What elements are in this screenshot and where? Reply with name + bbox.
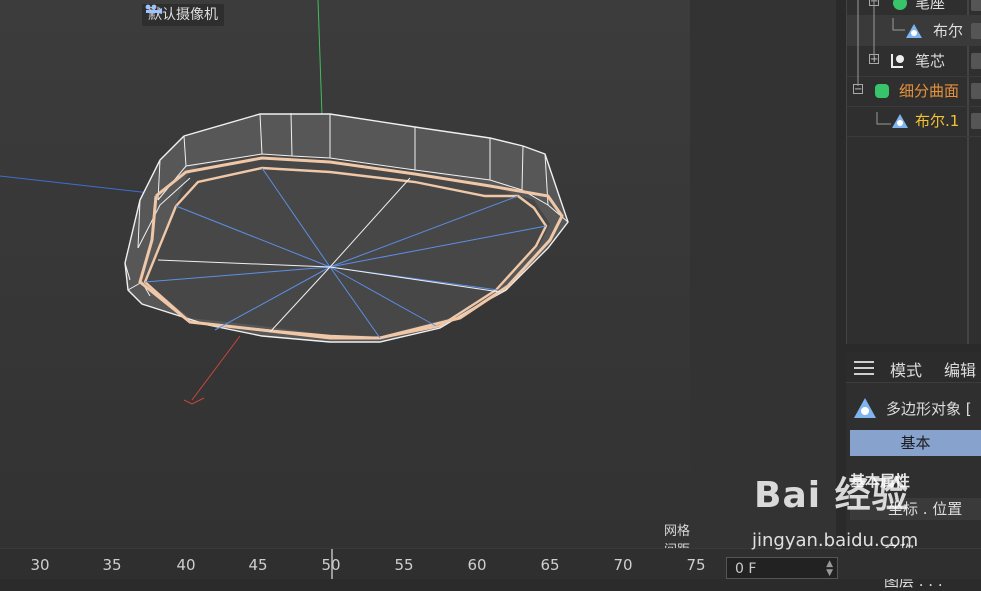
timeline-tick: 65: [540, 556, 560, 574]
grid-spacing-readout: 网格间距 : 100 cm: [664, 524, 690, 548]
tab-basic[interactable]: 基本: [850, 430, 981, 456]
timeline-ruler[interactable]: 30 35 40 45 50 55 60 65 70 75 0 F ▲ ▼: [0, 548, 981, 579]
timeline-tick: 50: [321, 556, 341, 574]
timeline-tick: 30: [30, 556, 50, 574]
menu-icon[interactable]: [854, 361, 874, 375]
object-manager[interactable]: − 笔座 布尔 + 笔芯 − 细分曲面 布尔.1: [846, 0, 981, 344]
object-type-label: 多边形对象 [: [886, 400, 972, 418]
menu-mode[interactable]: 模式: [890, 357, 922, 381]
object-type-row: 多边形对象 [: [846, 392, 981, 422]
timeline-tick: 40: [176, 556, 196, 574]
tree-connector-lines: [857, 0, 905, 125]
x-axis-arrow: [183, 397, 205, 405]
current-frame-value: 0 F: [735, 561, 757, 577]
timeline-tick: 45: [248, 556, 268, 574]
coordinates-label: 坐标 . 位置: [888, 500, 963, 518]
z-axis: [0, 175, 151, 194]
y-axis: [317, 0, 323, 117]
camera-label[interactable]: 默认摄像机: [142, 4, 224, 26]
current-frame-input[interactable]: 0 F ▲ ▼: [726, 557, 838, 579]
timeline-tick: 55: [394, 556, 414, 574]
timeline-tick: 75: [686, 556, 706, 574]
section-basic-properties: 基本属性: [850, 472, 911, 490]
timeline-tick: 70: [613, 556, 633, 574]
menu-edit[interactable]: 编辑: [944, 357, 976, 381]
coordinates-row[interactable]: 坐标 . 位置: [850, 498, 981, 520]
timeline-tick: 60: [467, 556, 487, 574]
x-axis: [191, 335, 241, 401]
stepper-arrows-icon[interactable]: ▲ ▼: [826, 560, 833, 578]
timeline-tick: 35: [102, 556, 122, 574]
viewport-gutter: [690, 0, 836, 548]
mesh-canvas: [0, 0, 569, 405]
3d-viewport[interactable]: 默认摄像机 网格间距 : 100 cm: [0, 0, 690, 548]
attribute-menu-bar: 模式 编辑: [846, 352, 981, 383]
polygon-object-icon: [854, 398, 876, 418]
camera-icon: [145, 4, 162, 14]
attribute-manager[interactable]: 模式 编辑 多边形对象 [ 基本 基本属性 坐标 . 位置 名称 . . . 图…: [846, 352, 981, 590]
